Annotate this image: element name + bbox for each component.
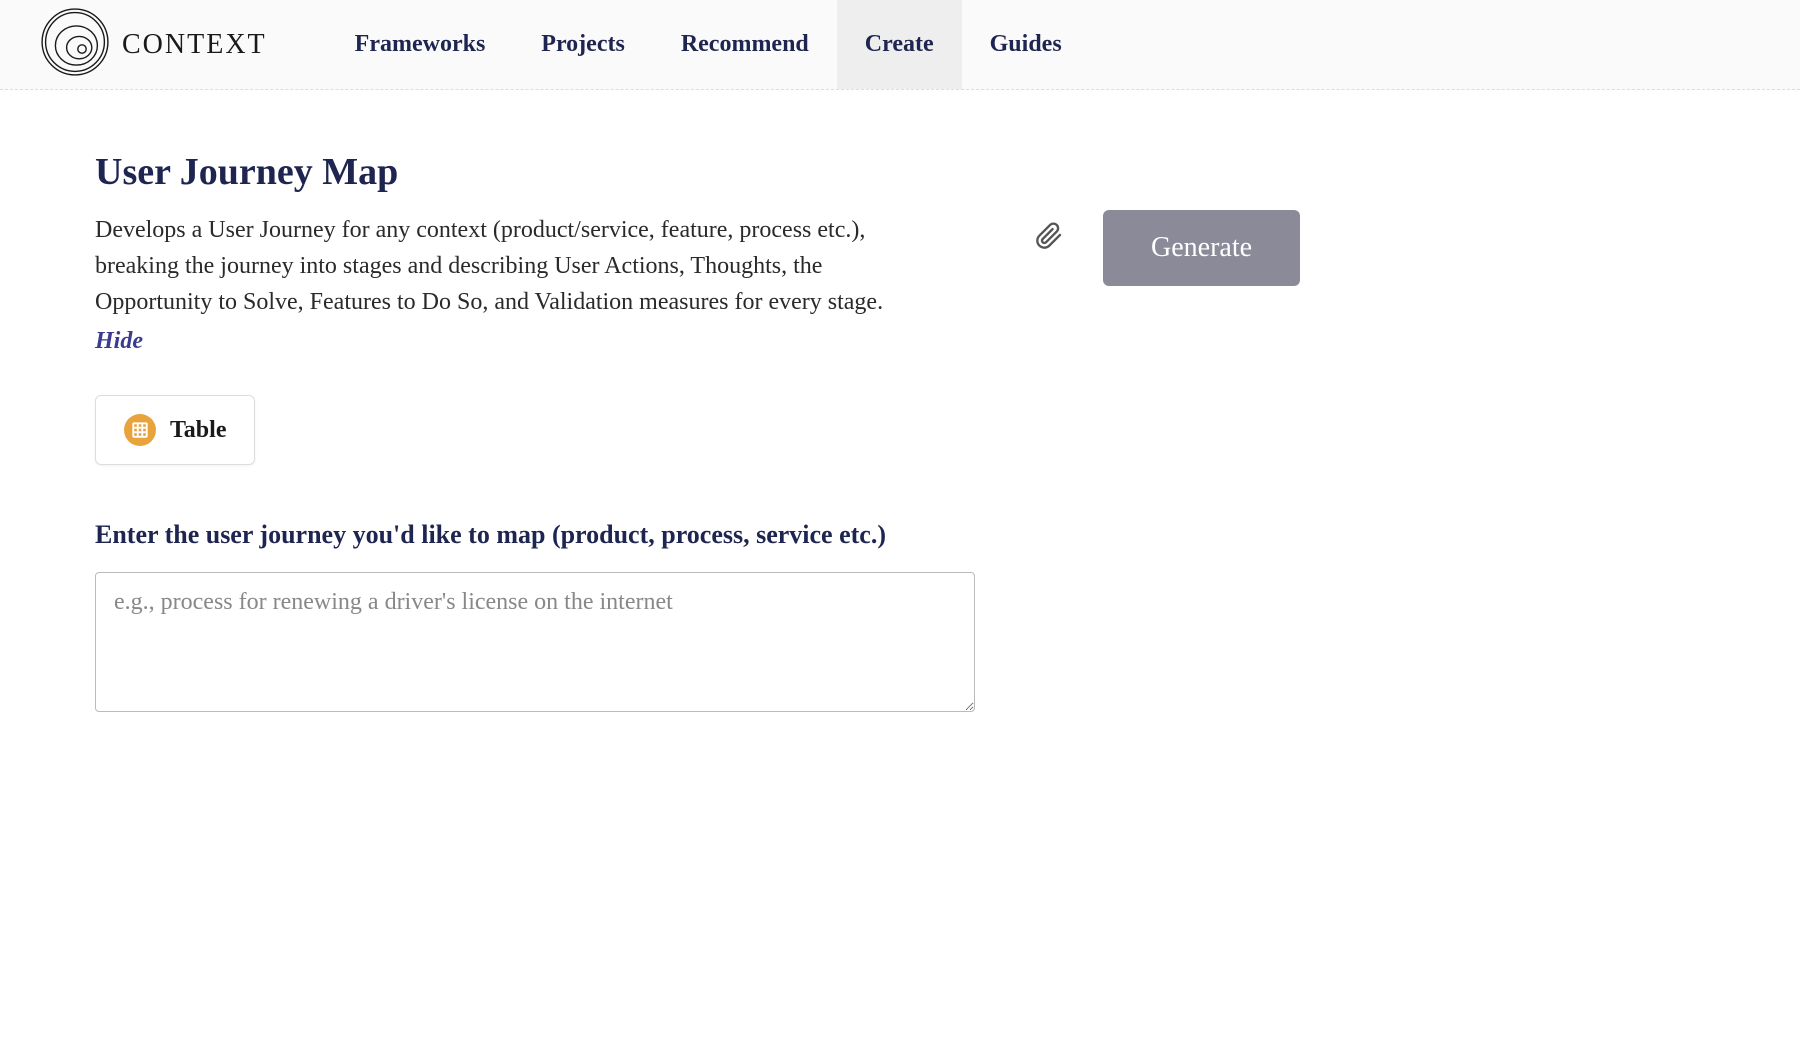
output-format-tag[interactable]: Table [95,395,255,465]
header: CONTEXT Frameworks Projects Recommend Cr… [0,0,1800,90]
logo[interactable]: CONTEXT [40,7,267,82]
side-column: Generate [1035,150,1300,717]
input-label: Enter the user journey you'd like to map… [95,520,995,550]
main-nav: Frameworks Projects Recommend Create Gui… [327,0,1090,89]
logo-icon [40,7,110,82]
hide-toggle[interactable]: Hide [95,328,143,355]
nav-item-guides[interactable]: Guides [962,0,1090,89]
content: User Journey Map Develops a User Journey… [0,90,1800,777]
page-title: User Journey Map [95,150,995,194]
table-icon [124,414,156,446]
nav-item-recommend[interactable]: Recommend [653,0,837,89]
main-column: User Journey Map Develops a User Journey… [95,150,995,717]
nav-item-create[interactable]: Create [837,0,962,89]
journey-input[interactable] [95,572,975,712]
nav-item-projects[interactable]: Projects [513,0,653,89]
brand-name: CONTEXT [122,29,267,61]
page-description: Develops a User Journey for any context … [95,212,895,320]
output-format-label: Table [170,417,226,444]
nav-item-frameworks[interactable]: Frameworks [327,0,514,89]
paperclip-icon[interactable] [1035,210,1063,255]
generate-button[interactable]: Generate [1103,210,1300,286]
